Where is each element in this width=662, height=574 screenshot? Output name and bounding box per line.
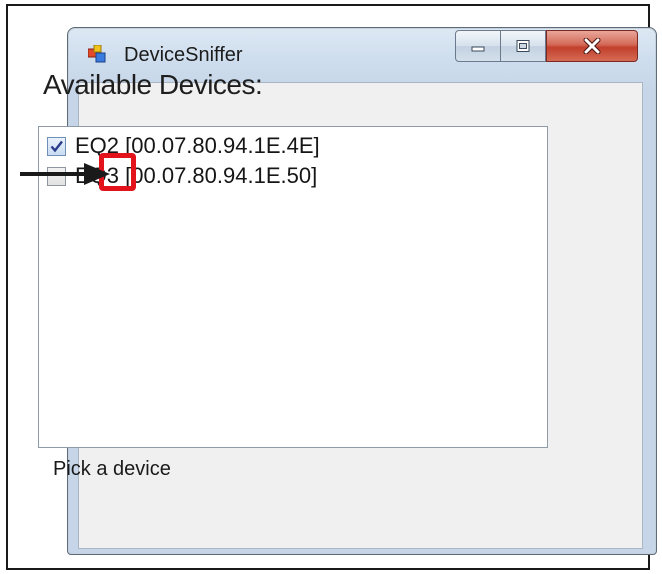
eq2-checkbox[interactable] [47,136,66,156]
arrow-icon [20,163,110,185]
minimize-icon [471,46,485,52]
status-text: Pick a device [53,458,171,480]
app-icon [88,45,106,63]
maximize-button[interactable] [500,30,546,62]
close-button[interactable] [546,30,638,62]
available-devices-heading: Available Devices: [43,69,263,100]
maximize-icon [516,40,530,52]
window-title: DeviceSniffer [124,44,243,66]
checkmark-icon [50,140,63,152]
minimize-button[interactable] [455,30,501,62]
close-icon [583,38,601,54]
list-item-eq2[interactable]: EQ2 [00.07.80.94.1E.4E] [47,133,320,158]
